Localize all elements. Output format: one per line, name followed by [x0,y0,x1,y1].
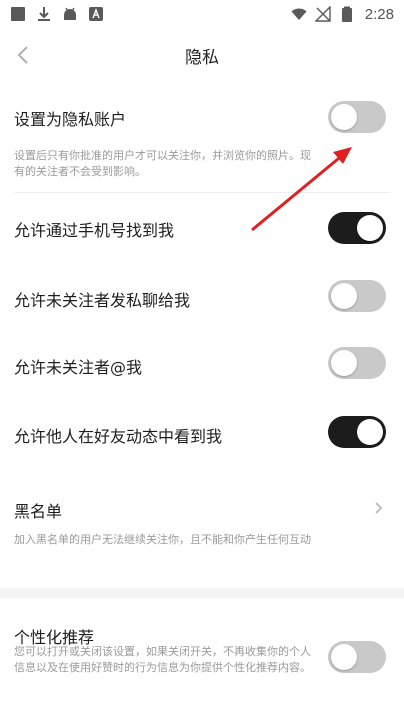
no-signal-icon [314,6,331,22]
setting-private-account: 设置为隐私账户 设置后只有你批准的用户才可以关注你，并浏览你的照片。现有的关注者… [0,82,404,192]
setting-description: 您可以打开或关闭该设置，如果关闭开关，不再收集你的个人信息以及在使用好赞时的行为… [14,645,311,674]
toggle-knob [357,419,383,445]
setting-find-by-phone: 允许通过手机号找到我 [0,193,404,263]
setting-title: 允许他人在好友动态中看到我 [14,427,223,446]
chevron-left-icon [17,46,28,64]
status-bar: 2:28 [0,0,404,28]
setting-description: 加入黑名单的用户无法继续关注你，且不能和你产生任何互动 [14,533,311,546]
setting-title: 允许通过手机号找到我 [14,221,175,240]
setting-description: 设置后只有你批准的用户才可以关注你，并浏览你的照片。现有的关注者不会受到影响。 [14,149,311,178]
setting-title: 黑名单 [14,502,63,521]
setting-title: 允许未关注者发私聊给我 [14,291,191,310]
setting-personalized-recommend: 个性化推荐 您可以打开或关闭该设置，如果关闭开关，不再收集你的个人信息以及在使用… [0,598,404,720]
page-title: 隐私 [185,47,219,68]
nav-bar: 隐私 [0,28,404,82]
setting-title: 设置为隐私账户 [14,110,127,129]
find-by-phone-toggle[interactable] [328,212,386,244]
app-notification-icon [89,7,103,21]
battery-icon [341,6,352,22]
gallery-icon [11,7,25,21]
chevron-right-icon [375,502,383,514]
mention-by-nonfollowers-toggle[interactable] [328,347,386,379]
wifi-icon [291,8,307,20]
back-button[interactable] [8,40,38,70]
status-left-icons [10,6,104,22]
setting-see-in-friend-feed: 允许他人在好友动态中看到我 [0,397,404,467]
toggle-knob [331,104,357,130]
private-account-toggle[interactable] [328,101,386,133]
download-icon [38,7,50,21]
setting-blacklist[interactable]: 黑名单 加入黑名单的用户无法继续关注你，且不能和你产生任何互动 [0,478,404,588]
personalized-recommend-toggle[interactable] [328,641,386,673]
toggle-knob [331,283,357,309]
setting-mention-by-nonfollowers: 允许未关注者@我 [0,329,404,397]
section-divider [0,588,404,598]
toggle-knob [357,215,383,241]
status-right-icons: 2:28 [291,6,394,23]
setting-title: 允许未关注者@我 [14,358,143,377]
setting-dm-from-nonfollowers: 允许未关注者发私聊给我 [0,263,404,329]
see-in-friend-feed-toggle[interactable] [328,416,386,448]
dm-from-nonfollowers-toggle[interactable] [328,280,386,312]
toggle-knob [331,644,357,670]
toggle-knob [331,350,357,376]
status-time: 2:28 [364,5,394,23]
android-icon [64,7,76,20]
